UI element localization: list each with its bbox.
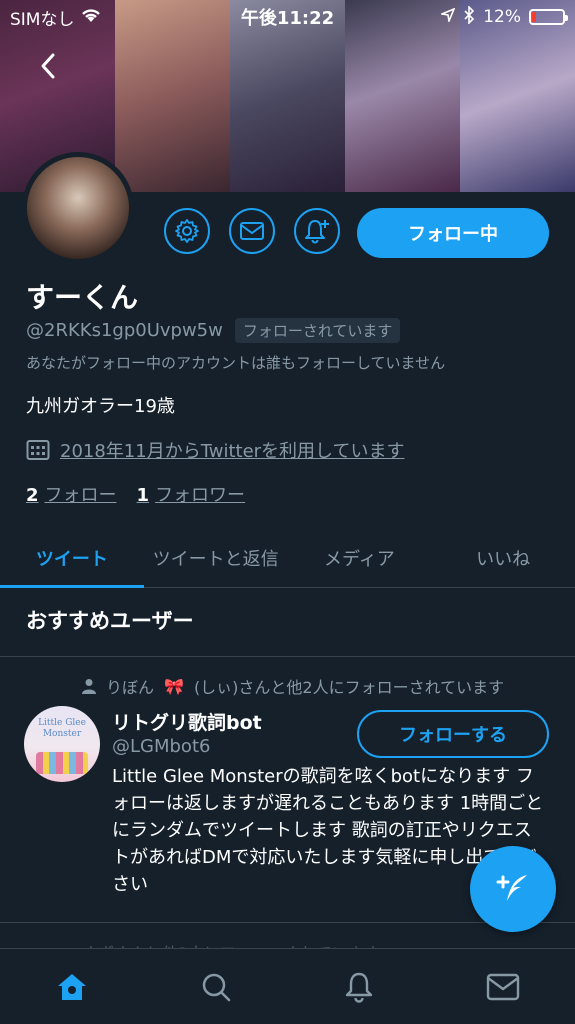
suggested-user-handle: @LGMbot6 — [112, 736, 211, 757]
notifications-icon — [346, 972, 373, 1003]
social-proof: りぼん 🎀 (しぃ)さんと他2人にフォローされています — [82, 674, 504, 698]
gear-icon — [175, 219, 199, 243]
recommended-users-title: おすすめユーザー — [26, 609, 194, 633]
calendar-icon — [26, 440, 50, 460]
battery-fill — [532, 12, 536, 22]
nav-notifications[interactable] — [288, 949, 432, 1024]
following-label: フォロー — [44, 485, 117, 506]
battery-percent: 12% — [483, 7, 521, 27]
follow-stats: 2 フォロー 1 フォロワー — [26, 481, 245, 507]
divider — [0, 656, 575, 657]
profile-handle: @2RKKs1gp0Uvpw5w — [26, 320, 223, 341]
carrier-label: SIMなし — [10, 9, 75, 30]
location-icon — [439, 7, 456, 27]
followers-link[interactable]: 1 フォロワー — [137, 481, 246, 507]
home-icon — [57, 973, 86, 1000]
nav-messages[interactable] — [431, 949, 575, 1024]
messages-icon — [486, 973, 520, 1000]
followers-count: 1 — [136, 485, 150, 506]
nav-search[interactable] — [144, 949, 288, 1024]
battery-icon — [529, 9, 568, 25]
nav-home[interactable] — [0, 949, 144, 1024]
profile-tabs: ツイート ツイートと返信 メディア いいね — [0, 528, 575, 588]
avatar-logo-text: Little Glee Monster — [38, 718, 86, 739]
ribbon-icon: 🎀 — [164, 676, 184, 696]
wifi-icon — [80, 7, 102, 28]
profile-name: すーくん — [26, 281, 139, 314]
follows-you-badge: フォローされています — [234, 318, 401, 343]
tab-media[interactable]: メディア — [288, 528, 432, 587]
search-icon — [202, 973, 230, 1001]
suggested-user-avatar[interactable]: Little Glee Monster — [24, 706, 100, 782]
tab-tweets[interactable]: ツイート — [0, 528, 144, 588]
following-count: 2 — [26, 485, 39, 506]
bluetooth-icon — [463, 4, 475, 29]
person-icon — [82, 679, 96, 694]
avatar-group-photo — [36, 752, 88, 774]
bottom-nav — [0, 948, 575, 1024]
social-proof-text: (しぃ)さんと他2人にフォローされています — [193, 678, 505, 697]
suggested-user-name[interactable]: リトグリ歌詞bot — [112, 708, 262, 735]
followers-label: フォロワー — [155, 485, 246, 506]
mutual-followers-note: あなたがフォロー中のアカウントは誰もフォローしていません — [26, 354, 446, 372]
tab-likes[interactable]: いいね — [431, 528, 575, 587]
mail-icon — [240, 222, 264, 240]
message-button[interactable] — [229, 208, 275, 254]
status-bar: SIMなし 午後11:22 12% — [0, 0, 575, 34]
settings-button[interactable] — [164, 208, 210, 254]
follow-button[interactable]: フォローする — [357, 710, 549, 758]
joined-date[interactable]: 2018年11月からTwitterを利用しています — [26, 437, 405, 463]
compose-tweet-button[interactable] — [470, 846, 556, 932]
social-proof-name: りぼん — [106, 678, 155, 697]
bell-plus-icon — [305, 220, 329, 244]
compose-tweet-icon — [496, 875, 527, 901]
profile-avatar[interactable] — [22, 152, 134, 264]
following-link[interactable]: 2 フォロー — [26, 481, 117, 507]
tab-tweets-and-replies[interactable]: ツイートと返信 — [144, 528, 288, 587]
back-button[interactable] — [30, 48, 66, 84]
chevron-left-icon — [41, 53, 55, 79]
handle-row: @2RKKs1gp0Uvpw5w フォローされています — [26, 318, 401, 343]
following-button[interactable]: フォロー中 — [357, 208, 549, 258]
joined-text: 2018年11月からTwitterを利用しています — [60, 441, 405, 462]
profile-bio: 九州ガオラー19歳 — [26, 396, 175, 417]
notify-button[interactable] — [294, 208, 340, 254]
